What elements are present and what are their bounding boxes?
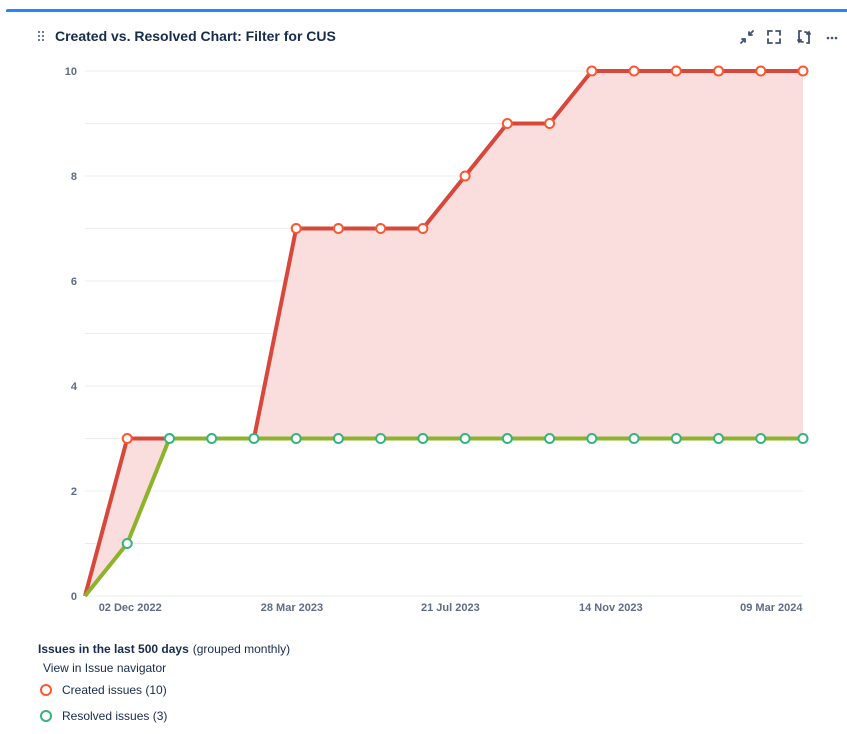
legend-created-label: Created issues (10) xyxy=(62,683,167,697)
point-created xyxy=(332,223,344,234)
collapse-icon[interactable] xyxy=(737,27,757,47)
refresh-icon[interactable] xyxy=(794,27,814,47)
y-tick-label: 0 xyxy=(71,591,77,603)
point-resolved xyxy=(459,433,471,444)
created-marker-icon xyxy=(40,684,52,696)
point-resolved xyxy=(163,433,175,444)
more-icon[interactable] xyxy=(822,27,842,47)
legend-resolved-label: Resolved issues (3) xyxy=(62,709,168,723)
y-tick-label: 4 xyxy=(71,381,78,393)
point-resolved xyxy=(670,433,682,444)
point-resolved xyxy=(544,433,556,444)
x-tick-label: 14 Nov 2023 xyxy=(579,602,643,614)
point-resolved xyxy=(628,433,640,444)
legend-heading: Issues in the last 500 days (grouped mont… xyxy=(38,642,290,656)
point-created xyxy=(290,223,302,234)
point-resolved xyxy=(248,433,260,444)
x-tick-label: 02 Dec 2022 xyxy=(99,602,162,614)
point-created xyxy=(459,170,471,182)
legend-item-created[interactable]: Created issues (10) xyxy=(40,683,167,697)
point-resolved xyxy=(375,433,387,444)
resolved-marker-icon xyxy=(40,710,52,722)
point-resolved xyxy=(797,433,809,444)
x-tick-label: 09 Mar 2024 xyxy=(740,602,803,614)
x-tick-label: 21 Jul 2023 xyxy=(421,602,480,614)
drag-handle-icon[interactable] xyxy=(37,30,47,44)
legend-subtitle: (grouped monthly) xyxy=(192,642,291,656)
point-created xyxy=(501,118,513,129)
point-created xyxy=(628,65,640,77)
point-created xyxy=(713,65,725,77)
point-created xyxy=(755,65,767,77)
legend-item-resolved[interactable]: Resolved issues (3) xyxy=(40,709,167,723)
issue-navigator-link[interactable]: View in Issue navigator xyxy=(43,661,166,675)
fullscreen-icon[interactable] xyxy=(764,27,784,47)
point-created xyxy=(121,433,133,444)
point-resolved xyxy=(501,433,513,444)
series-line-resolved xyxy=(83,436,803,598)
point-created xyxy=(417,223,429,234)
point-resolved xyxy=(121,538,133,549)
top-accent-bar xyxy=(6,9,847,12)
point-created xyxy=(586,65,598,77)
y-tick-label: 2 xyxy=(71,486,77,498)
y-tick-label: 6 xyxy=(71,276,77,288)
point-resolved xyxy=(206,433,218,444)
point-resolved xyxy=(332,433,344,444)
legend-title: Issues in the last 500 days xyxy=(38,642,189,656)
gadget-title: Created vs. Resolved Chart: Filter for C… xyxy=(55,28,336,44)
point-resolved xyxy=(755,433,767,444)
point-resolved xyxy=(417,433,429,444)
point-resolved xyxy=(290,433,302,444)
point-created xyxy=(670,65,682,77)
point-created xyxy=(544,118,556,129)
point-created xyxy=(797,65,809,77)
x-tick-label: 28 Mar 2023 xyxy=(261,602,323,614)
y-tick-label: 8 xyxy=(71,171,77,183)
point-created xyxy=(375,223,387,234)
point-resolved xyxy=(586,433,598,444)
point-resolved xyxy=(713,433,725,444)
y-tick-label: 10 xyxy=(65,66,77,78)
created-vs-resolved-chart: 0 2 4 6 8 10 02 Dec 2022 28 Mar 2023 21 Jul 2023… xyxy=(65,65,809,614)
